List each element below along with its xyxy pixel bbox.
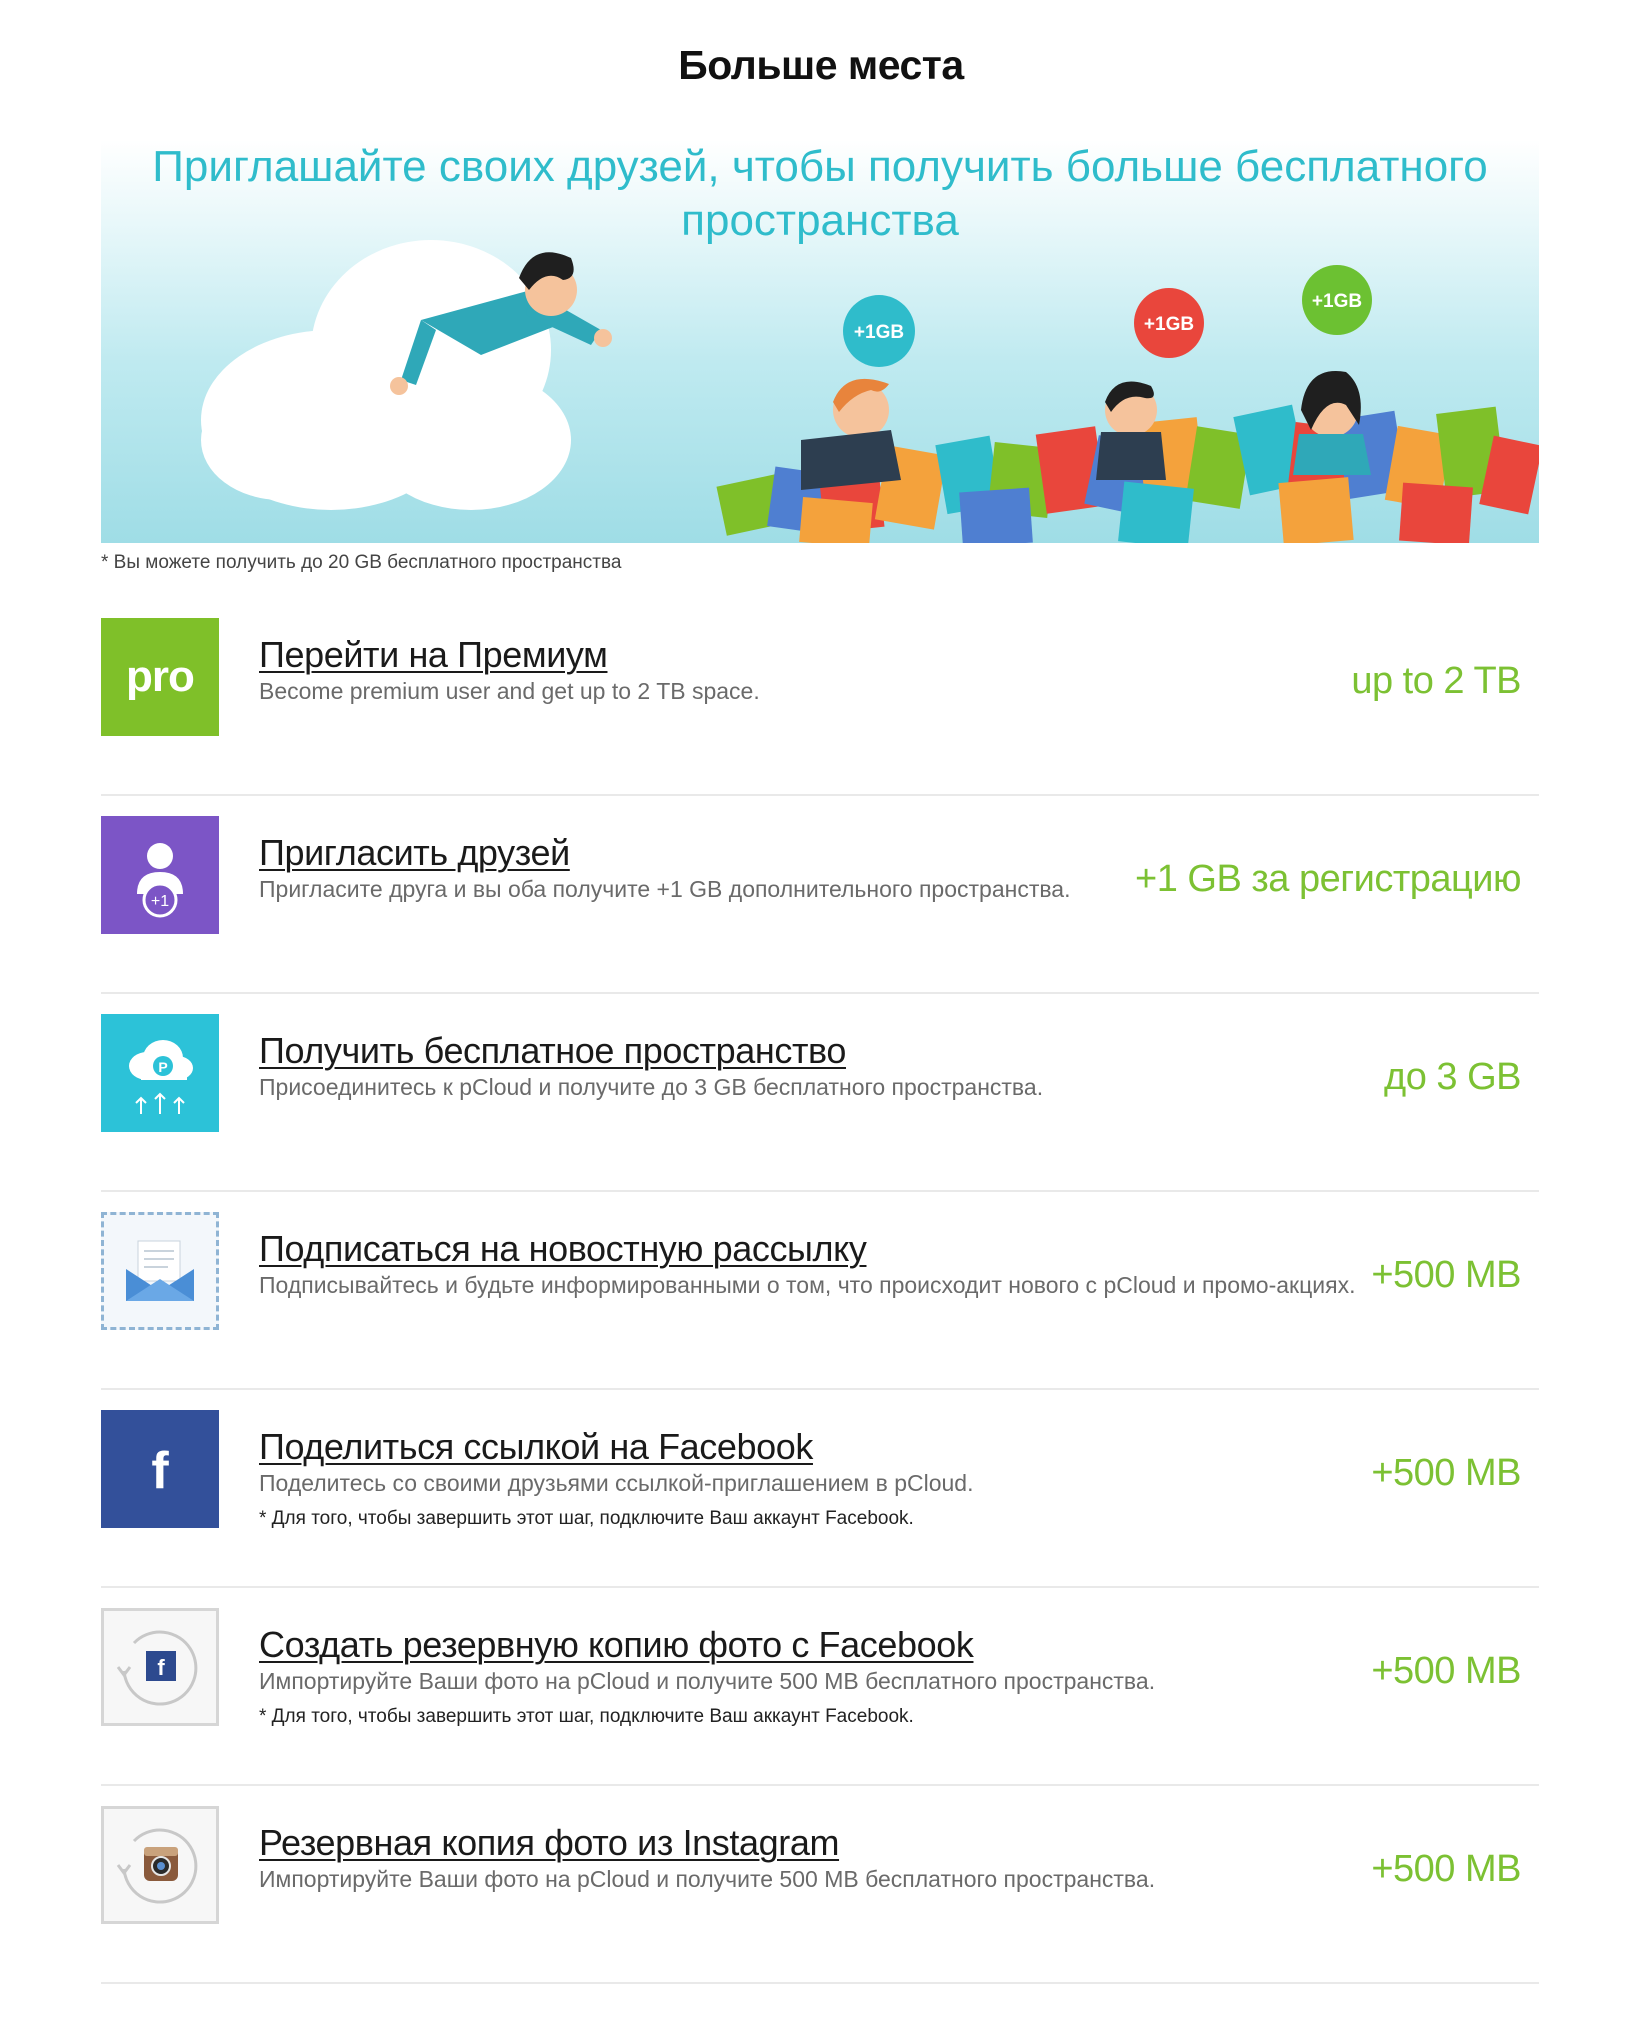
storage-footnote: * Вы можете получить до 20 GB бесплатног…	[101, 552, 622, 573]
facebook-restore-icon: f	[116, 1630, 198, 1706]
facebook-share-note: * Для того, чтобы завершить этот шаг, по…	[259, 1508, 914, 1529]
bonus-list: pro Перейти на Премиум Become premium us…	[101, 598, 1539, 1984]
facebook-backup-description: Импортируйте Ваши фото на pCloud и получ…	[259, 1668, 1156, 1694]
instagram-backup-description: Импортируйте Ваши фото на pCloud и получ…	[259, 1866, 1156, 1892]
instagram-backup-link[interactable]: Резервная копия фото из Instagram	[259, 1822, 839, 1864]
pro-icon[interactable]: pro	[101, 618, 219, 736]
newsletter-amount: +500 MB	[1371, 1254, 1521, 1296]
instagram-backup-amount: +500 MB	[1371, 1848, 1521, 1890]
facebook-share-link[interactable]: Поделиться ссылкой на Facebook	[259, 1426, 813, 1468]
bonus-bubble-2-label: +1GB	[1144, 314, 1194, 335]
pcloud-logo-letter: P	[158, 1059, 167, 1075]
newsletter-envelope-icon[interactable]	[101, 1212, 219, 1330]
banner-headline-line-1: Приглашайте своих друзей, чтобы получить…	[152, 142, 1488, 191]
list-item-instagram-backup: Резервная копия фото из Instagram Импорт…	[101, 1786, 1539, 1984]
invite-icon-label: +1	[151, 893, 169, 910]
invite-friend-icon[interactable]: +1	[101, 816, 219, 934]
list-item-free-space: P Получить бесплатное пространство Присо…	[101, 994, 1539, 1192]
newsletter-description: Подписывайтесь и будьте информированными…	[259, 1272, 1356, 1298]
instagram-backup-icon[interactable]	[101, 1806, 219, 1924]
page: Больше места +1GB +1GB +1GB Приглашайте …	[0, 0, 1642, 2042]
envelope-icon	[126, 1240, 194, 1301]
page-title: Больше места	[678, 42, 964, 88]
banner-headline-line-2: пространства	[681, 196, 959, 245]
pro-icon-label: pro	[126, 652, 195, 701]
list-item-newsletter: Подписаться на новостную рассылку Подпис…	[101, 1192, 1539, 1390]
facebook-letter: f	[151, 1442, 169, 1500]
cloud-illustration	[201, 240, 571, 510]
bonus-bubble-1: +1GB	[843, 295, 915, 367]
facebook-backup-letter: f	[157, 1655, 165, 1680]
facebook-f-icon: f	[151, 1442, 169, 1500]
facebook-share-description: Поделитесь со своими друзьями ссылкой-пр…	[259, 1470, 974, 1496]
premium-amount: up to 2 TB	[1351, 660, 1521, 702]
free-space-amount: до 3 GB	[1384, 1056, 1521, 1098]
newsletter-link[interactable]: Подписаться на новостную рассылку	[259, 1228, 867, 1270]
facebook-backup-amount: +500 MB	[1371, 1650, 1521, 1692]
list-item-facebook-share: f Поделиться ссылкой на Facebook Поделит…	[101, 1390, 1539, 1588]
free-space-description: Присоединитесь к pCloud и получите до 3 …	[259, 1074, 1044, 1100]
bonus-bubble-2: +1GB	[1134, 288, 1204, 358]
person-plus-one-icon: +1	[137, 843, 183, 918]
free-space-link[interactable]: Получить бесплатное пространство	[259, 1030, 846, 1072]
facebook-share-amount: +500 MB	[1371, 1452, 1521, 1494]
invite-banner: +1GB +1GB +1GB Приглашайте своих друзей,…	[101, 140, 1539, 543]
bonus-bubble-3: +1GB	[1302, 265, 1372, 335]
facebook-backup-link[interactable]: Создать резервную копию фото с Facebook	[259, 1624, 974, 1666]
premium-description: Become premium user and get up to 2 TB s…	[259, 678, 760, 704]
invite-friends-description: Пригласите друга и вы оба получите +1 GB…	[259, 876, 1071, 902]
list-item-facebook-backup: f Создать резервную копию фото с Faceboo…	[101, 1588, 1539, 1786]
facebook-icon[interactable]: f	[101, 1410, 219, 1528]
pcloud-upload-icon[interactable]: P	[101, 1014, 219, 1132]
facebook-backup-icon[interactable]: f	[101, 1608, 219, 1726]
bonus-bubble-1-label: +1GB	[854, 322, 904, 343]
invite-friends-amount: +1 GB за регистрацию	[1135, 858, 1521, 900]
cloud-upload-icon: P	[129, 1040, 193, 1114]
premium-link[interactable]: Перейти на Премиум	[259, 634, 608, 676]
banner-headline: Приглашайте своих друзей, чтобы получить…	[101, 140, 1539, 248]
facebook-backup-note: * Для того, чтобы завершить этот шаг, по…	[259, 1706, 914, 1727]
list-item-invite-friends: +1 Пригласить друзей Пригласите друга и …	[101, 796, 1539, 994]
instagram-restore-icon	[116, 1828, 198, 1904]
invite-friends-link[interactable]: Пригласить друзей	[259, 832, 570, 874]
list-item-premium: pro Перейти на Премиум Become premium us…	[101, 598, 1539, 796]
bonus-bubble-3-label: +1GB	[1312, 291, 1362, 312]
